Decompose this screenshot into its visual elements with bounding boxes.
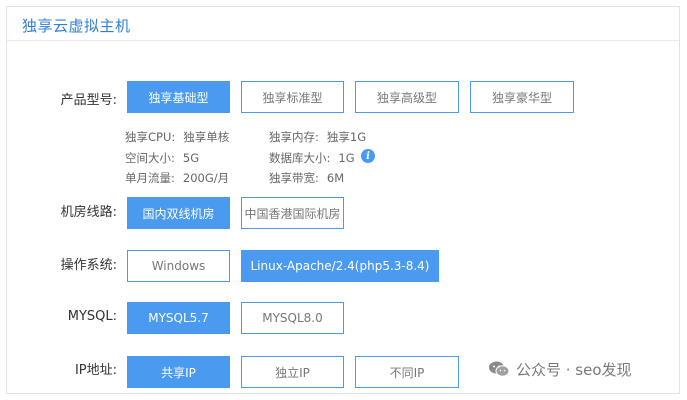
watermark: 公众号 · seo发现 xyxy=(488,358,632,380)
spec-bandwidth-key: 独享带宽: xyxy=(269,171,319,185)
spec-bandwidth: 独享带宽: 6M xyxy=(269,170,344,186)
panel-header: 独享云虚拟主机 xyxy=(7,7,679,41)
option-product-advanced[interactable]: 独享高级型 xyxy=(355,81,459,113)
mysql-label: MYSQL: xyxy=(67,309,117,324)
option-product-luxury[interactable]: 独享豪华型 xyxy=(470,81,574,113)
option-os-linux[interactable]: Linux-Apache/2.4(php5.3-8.4) xyxy=(241,250,439,282)
option-product-basic[interactable]: 独享基础型 xyxy=(127,81,230,113)
line-label: 机房线路: xyxy=(60,205,117,220)
watermark-text: 公众号 · seo发现 xyxy=(516,360,632,379)
spec-space: 空间大小: 5G xyxy=(125,150,199,166)
spec-memory-value: 独享1G xyxy=(326,130,367,144)
spec-traffic-key: 单月流量: xyxy=(125,171,175,185)
ip-label: IP地址: xyxy=(74,363,117,378)
option-line-domestic[interactable]: 国内双线机房 xyxy=(127,197,230,229)
spec-cpu-value: 独享单核 xyxy=(183,130,230,144)
spec-bandwidth-value: 6M xyxy=(326,171,345,185)
option-mysql-57[interactable]: MYSQL5.7 xyxy=(127,302,230,334)
spec-memory-key: 独享内存: xyxy=(269,130,319,144)
spec-memory: 独享内存: 独享1G xyxy=(269,129,366,145)
spec-database-key: 数据库大小: xyxy=(269,151,331,165)
wechat-icon xyxy=(489,361,510,377)
spec-traffic: 单月流量: 200G/月 xyxy=(125,170,229,186)
spec-space-key: 空间大小: xyxy=(125,151,175,165)
option-product-standard[interactable]: 独享标准型 xyxy=(241,81,344,113)
option-ip-different[interactable]: 不同IP xyxy=(355,356,459,388)
spec-space-value: 5G xyxy=(182,151,200,165)
info-icon[interactable]: i xyxy=(361,149,375,163)
spec-traffic-value: 200G/月 xyxy=(182,171,230,185)
option-os-windows[interactable]: Windows xyxy=(127,250,230,282)
hosting-config-panel: 独享云虚拟主机 产品型号: 独享基础型 独享标准型 独享高级型 独享豪华型 独享… xyxy=(6,6,680,394)
option-mysql-80[interactable]: MYSQL8.0 xyxy=(241,302,344,334)
option-ip-shared[interactable]: 共享IP xyxy=(127,356,230,388)
spec-cpu: 独享CPU: 独享单核 xyxy=(125,129,229,145)
spec-database: 数据库大小: 1G xyxy=(269,150,355,166)
product-label: 产品型号: xyxy=(60,93,117,108)
option-ip-dedicated[interactable]: 独立IP xyxy=(241,356,344,388)
os-label: 操作系统: xyxy=(60,258,117,273)
spec-database-value: 1G xyxy=(338,151,355,165)
spec-cpu-key: 独享CPU: xyxy=(125,130,176,144)
option-line-hongkong[interactable]: 中国香港国际机房 xyxy=(241,197,344,229)
panel-title: 独享云虚拟主机 xyxy=(22,17,131,35)
